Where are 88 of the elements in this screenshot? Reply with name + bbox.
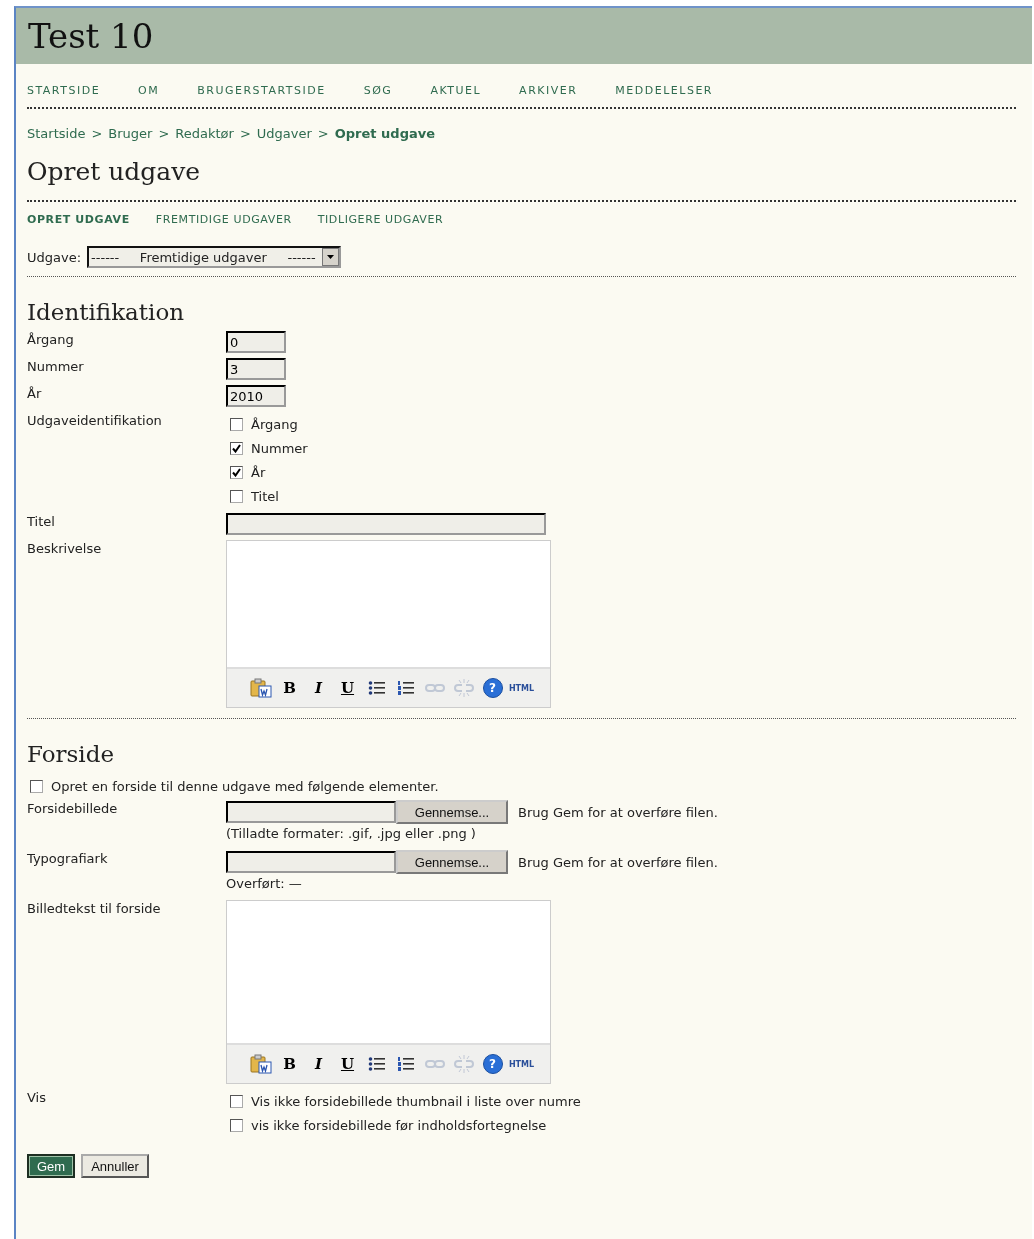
nav-link[interactable]: MEDDELELSER: [615, 84, 713, 97]
checkbox[interactable]: [230, 417, 243, 431]
page-title: Opret udgave: [27, 157, 1016, 202]
link-icon: [424, 1059, 445, 1069]
upload-note: Brug Gem for at overføre filen.: [518, 804, 718, 820]
checkbox-label: vis ikke forsidebillede før indholdsfortegnelse: [251, 1117, 547, 1133]
field-label: Vis: [27, 1089, 47, 1107]
text-field[interactable]: 2010: [226, 385, 286, 407]
section-heading: Forside: [27, 741, 116, 767]
nav-link[interactable]: BRUGERSTARTSIDE: [197, 84, 326, 97]
checkbox-label: Årgang: [251, 416, 298, 432]
paste-word-icon: [249, 678, 272, 698]
text-field[interactable]: 0: [226, 331, 286, 353]
help-button[interactable]: ?: [482, 1054, 503, 1074]
checkbox[interactable]: [230, 1118, 243, 1132]
text-field[interactable]: [226, 513, 546, 535]
breadcrumb-separator: >: [317, 126, 329, 141]
field-label: Beskrivelse: [27, 540, 103, 558]
bold-button[interactable]: B: [278, 677, 301, 699]
checkbox-label: Vis ikke forsidebillede thumbnail i liste over numre: [251, 1093, 581, 1109]
breadcrumb-separator: >: [91, 126, 103, 141]
breadcrumb-separator: >: [239, 126, 251, 141]
html-button[interactable]: HTML: [508, 683, 535, 693]
field-label: Nummer: [27, 358, 85, 376]
file-field[interactable]: [226, 851, 396, 873]
numbered-list-icon: [396, 1056, 415, 1072]
underline-button[interactable]: U: [336, 677, 359, 699]
breadcrumb-separator: >: [158, 126, 170, 141]
field-label: Forsidebillede: [27, 800, 119, 818]
checkbox[interactable]: [230, 441, 243, 455]
upload-note: Brug Gem for at overføre filen.: [518, 854, 718, 870]
italic-button[interactable]: I: [307, 677, 330, 699]
site-title: Test 10: [28, 16, 154, 56]
field-hint: (Tilladte formater: .gif, .jpg eller .png ): [226, 826, 477, 841]
nav-link[interactable]: AKTUEL: [430, 84, 482, 97]
caret-icon: [326, 255, 334, 259]
broken-link-icon: [453, 1055, 474, 1073]
paste-word-icon: [249, 1054, 272, 1074]
checkbox[interactable]: [230, 489, 243, 503]
checkmark-icon: [232, 467, 241, 477]
checkbox-label: Titel: [251, 488, 279, 504]
field-hint: Overført: —: [226, 876, 303, 891]
checkbox-label: Opret en forside til denne udgave med følgende elementer.: [51, 779, 439, 794]
italic-button[interactable]: I: [307, 1053, 330, 1075]
help-button[interactable]: ?: [482, 678, 503, 698]
checkbox[interactable]: [230, 1094, 243, 1108]
file-field[interactable]: [226, 801, 396, 823]
html-button[interactable]: HTML: [508, 1059, 535, 1069]
checkbox-label: År: [251, 464, 266, 480]
select-label: Udgave:: [27, 249, 82, 265]
tab[interactable]: OPRET UDGAVE: [27, 213, 130, 226]
field-label: Titel: [27, 513, 56, 531]
section-heading: Identifikation: [27, 299, 186, 325]
checkmark-icon: [232, 443, 241, 453]
tab[interactable]: TIDLIGERE UDGAVER: [317, 213, 444, 226]
breadcrumb-current[interactable]: Opret udgave: [334, 126, 436, 141]
save-button[interactable]: Gem: [27, 1154, 76, 1178]
field-label: Udgaveidentifikation: [27, 412, 163, 430]
issue-dropdown[interactable]: ------ Fremtidige udgaver ------: [87, 246, 341, 268]
field-label: Årgang: [27, 331, 75, 349]
breadcrumb-link[interactable]: Redaktør: [175, 126, 234, 141]
link-icon: [424, 683, 445, 693]
checkbox[interactable]: [30, 780, 43, 793]
breadcrumb-link[interactable]: Bruger: [108, 126, 153, 141]
bullet-list-icon: [367, 1056, 386, 1072]
text-field[interactable]: 3: [226, 358, 286, 380]
nav-link[interactable]: ARKIVER: [519, 84, 578, 97]
breadcrumb-link[interactable]: Udgaver: [256, 126, 312, 141]
browse-button[interactable]: Gennemse...: [396, 850, 508, 874]
underline-button[interactable]: U: [336, 1053, 359, 1075]
checkbox[interactable]: [230, 465, 243, 479]
nav-link[interactable]: OM: [138, 84, 160, 97]
checkbox-label: Nummer: [251, 440, 308, 456]
browse-button[interactable]: Gennemse...: [396, 800, 508, 824]
rich-text-editor[interactable]: B I U ? HTML: [226, 900, 551, 1084]
field-label: Billedtekst til forside: [27, 900, 162, 918]
bold-button[interactable]: B: [278, 1053, 301, 1075]
nav-link[interactable]: SØG: [363, 84, 393, 97]
cancel-button[interactable]: Annuller: [81, 1154, 149, 1178]
field-label: Typografiark: [27, 850, 109, 868]
bullet-list-icon: [367, 680, 386, 696]
numbered-list-icon: [396, 680, 415, 696]
nav-link[interactable]: STARTSIDE: [27, 84, 101, 97]
rich-text-editor[interactable]: B I U ? HTML: [226, 540, 551, 708]
broken-link-icon: [453, 679, 474, 697]
breadcrumb-link[interactable]: Startside: [27, 126, 86, 141]
field-label: År: [27, 385, 43, 403]
tab[interactable]: FREMTIDIGE UDGAVER: [155, 213, 292, 226]
